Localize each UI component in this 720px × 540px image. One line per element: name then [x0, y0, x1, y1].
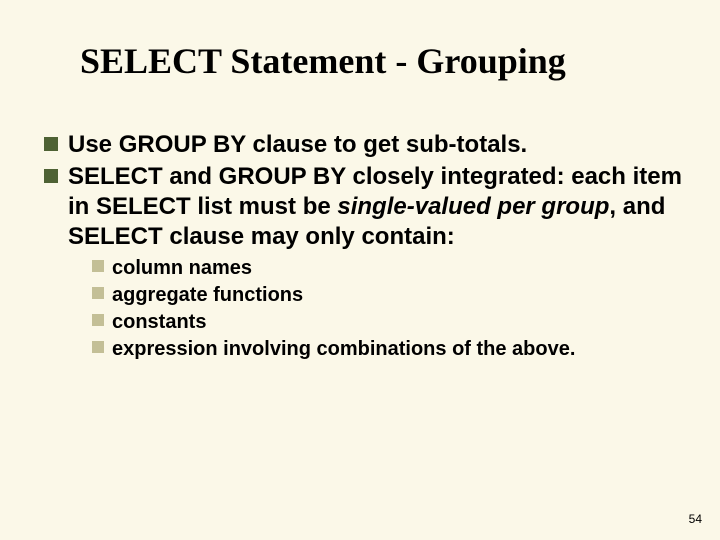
square-bullet-icon — [44, 169, 58, 183]
square-bullet-icon — [44, 137, 58, 151]
sub-bullet-text: aggregate functions — [112, 283, 303, 308]
bullet-item: SELECT and GROUP BY closely integrated: … — [44, 162, 684, 252]
square-bullet-icon — [92, 341, 104, 353]
sub-bullet-item: expression involving combinations of the… — [92, 337, 684, 362]
sub-bullet-item: constants — [92, 310, 684, 335]
bullet-item: Use GROUP BY clause to get sub-totals. — [44, 130, 684, 160]
page-number: 54 — [689, 512, 702, 526]
sub-bullet-item: aggregate functions — [92, 283, 684, 308]
slide-body: Use GROUP BY clause to get sub-totals. S… — [44, 130, 684, 364]
slide: SELECT Statement - Grouping Use GROUP BY… — [0, 0, 720, 540]
sub-bullet-text: column names — [112, 256, 252, 281]
sub-bullet-item: column names — [92, 256, 684, 281]
square-bullet-icon — [92, 314, 104, 326]
sub-bullet-list: column names aggregate functions constan… — [92, 256, 684, 362]
bullet-text: Use GROUP BY clause to get sub-totals. — [68, 130, 527, 160]
square-bullet-icon — [92, 287, 104, 299]
sub-bullet-text: expression involving combinations of the… — [112, 337, 575, 362]
square-bullet-icon — [92, 260, 104, 272]
sub-bullet-text: constants — [112, 310, 206, 335]
slide-title: SELECT Statement - Grouping — [80, 40, 566, 82]
bullet-text: SELECT and GROUP BY closely integrated: … — [68, 162, 684, 252]
bullet-text-italic: single-valued per group — [337, 193, 609, 220]
